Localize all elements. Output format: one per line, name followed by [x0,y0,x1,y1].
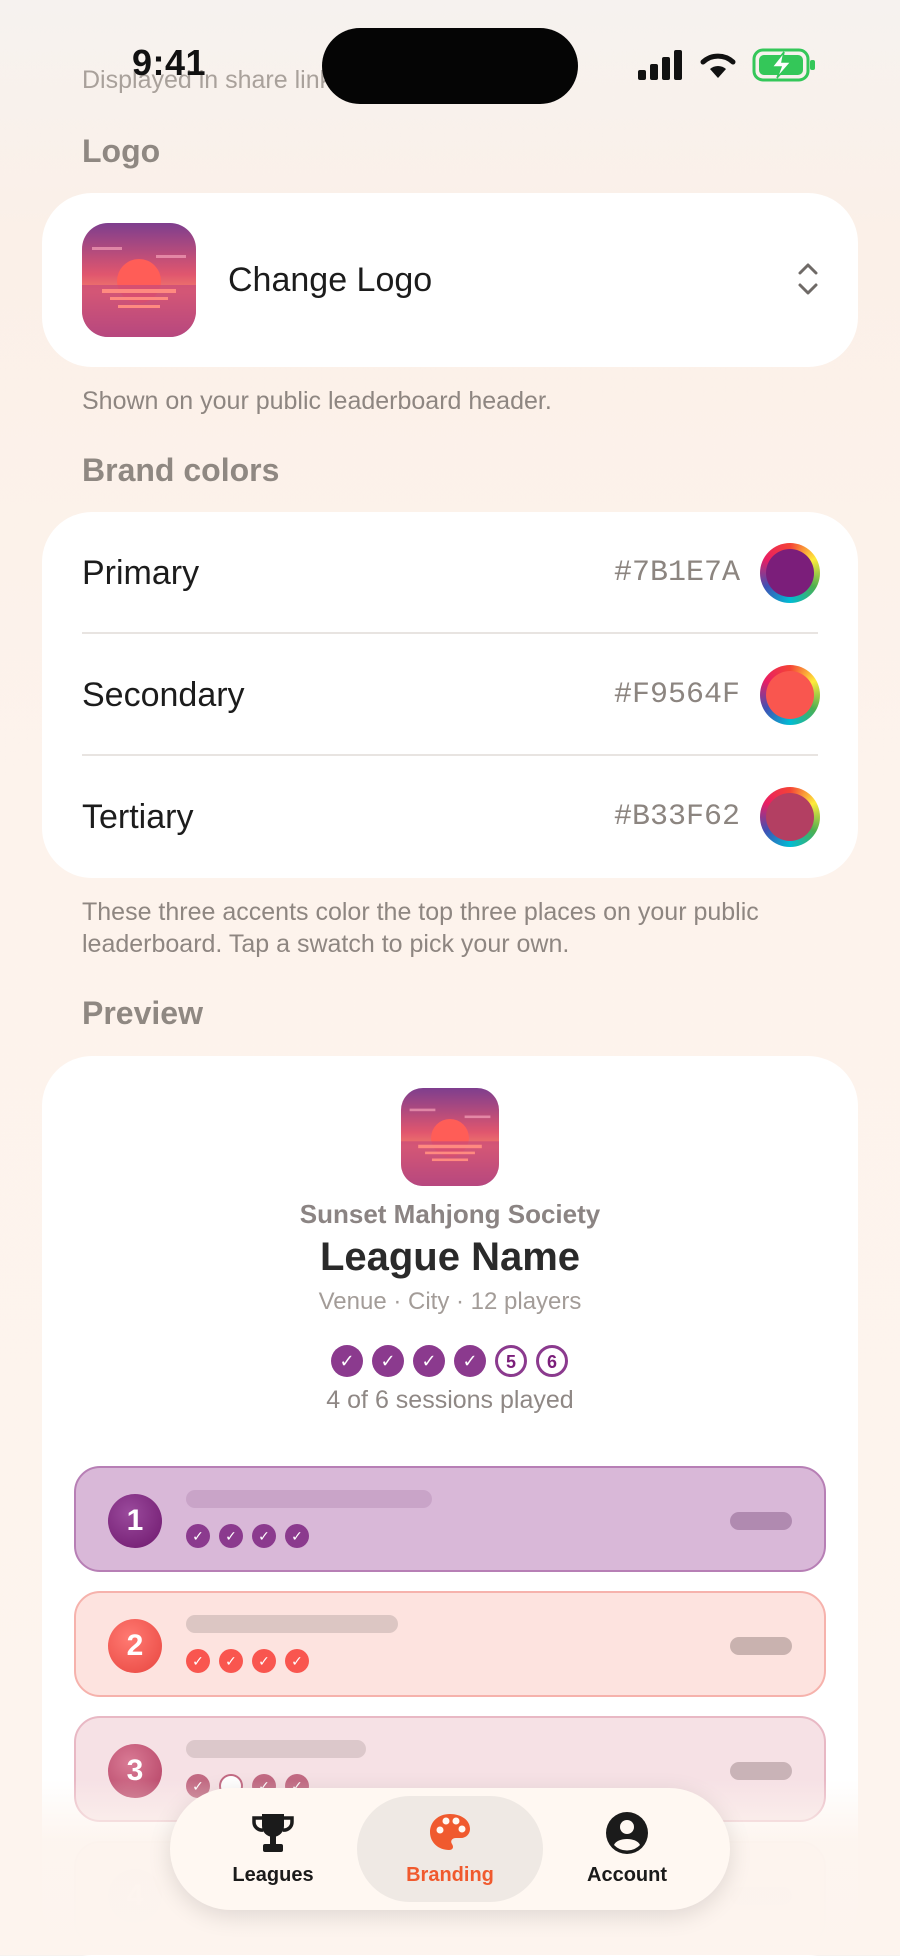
brand-colors-heading: Brand colors [82,452,280,488]
logo-heading: Logo [82,133,161,169]
color-label: Primary [82,554,200,592]
change-logo-label: Change Logo [228,261,433,299]
color-row-primary[interactable]: Primary #7B1E7A [42,512,858,634]
color-hex: #F9564F [613,678,740,712]
trophy-icon [252,1814,294,1852]
preview-logo-image [401,1088,499,1186]
check-icon: ✓ [186,1524,210,1548]
sunset-logo-image [82,223,196,337]
session-done-icon: ✓ [454,1345,486,1377]
color-label: Tertiary [82,798,194,836]
wifi-icon [700,53,736,78]
check-icon: ✓ [285,1524,309,1548]
name-placeholder [186,1740,366,1758]
status-time: 9:41 [132,42,207,83]
tab-label: Branding [406,1864,494,1886]
session-pending: 6 [536,1345,568,1377]
brand-colors-caption: These three accents color the top three … [82,898,759,958]
name-placeholder [186,1490,432,1508]
session-done-icon: ✓ [331,1345,363,1377]
check-icon: ✓ [285,1649,309,1673]
logo-card[interactable]: Change Logo [42,193,858,367]
league-name: League Name [319,1235,581,1279]
check-icon: ✓ [252,1524,276,1548]
score-placeholder [730,1512,792,1530]
color-hex: #B33F62 [613,800,740,834]
session-pending: 5 [495,1345,527,1377]
color-swatch-tertiary[interactable] [760,787,820,847]
check-icon: ✓ [252,1649,276,1673]
preview-heading: Preview [82,995,203,1031]
rank-badge: 1 [108,1494,162,1548]
leaderboard-row-1: 1 ✓ ✓ ✓ ✓ [74,1466,826,1572]
league-meta: Venue · City · 12 players [318,1288,582,1315]
session-done-icon: ✓ [413,1345,445,1377]
color-hex: #7B1E7A [613,556,740,590]
check-icon: ✓ [186,1649,210,1673]
check-icon: ✓ [219,1649,243,1673]
signal-icon [638,50,682,80]
logo-caption: Shown on your public leaderboard header. [82,387,552,415]
tab-label: Leagues [232,1864,314,1886]
palette-icon [430,1814,470,1850]
tab-account[interactable]: Account [534,1796,720,1902]
rank-badge: 2 [108,1619,162,1673]
battery-charging-icon [752,48,815,82]
sessions-summary: 4 of 6 sessions played [326,1386,574,1414]
color-swatch-secondary[interactable] [760,665,820,725]
society-name: Sunset Mahjong Society [299,1199,601,1229]
tab-bar: Leagues Branding Account [170,1788,730,1910]
tab-label: Account [587,1864,667,1886]
color-row-tertiary[interactable]: Tertiary #B33F62 [42,756,858,878]
chevron-up-down-icon [798,263,818,295]
check-icon: ✓ [219,1524,243,1548]
dynamic-island [322,28,578,104]
session-done-icon: ✓ [372,1345,404,1377]
color-label: Secondary [82,676,245,714]
leaderboard-row-2: 2 ✓ ✓ ✓ ✓ [74,1591,826,1697]
tab-branding[interactable]: Branding [357,1796,543,1902]
name-placeholder [186,1615,398,1633]
person-icon [606,1812,648,1854]
tab-leagues[interactable]: Leagues [180,1796,366,1902]
color-row-secondary[interactable]: Secondary #F9564F [42,634,858,756]
score-placeholder [730,1762,792,1780]
score-placeholder [730,1637,792,1655]
color-swatch-primary[interactable] [760,543,820,603]
